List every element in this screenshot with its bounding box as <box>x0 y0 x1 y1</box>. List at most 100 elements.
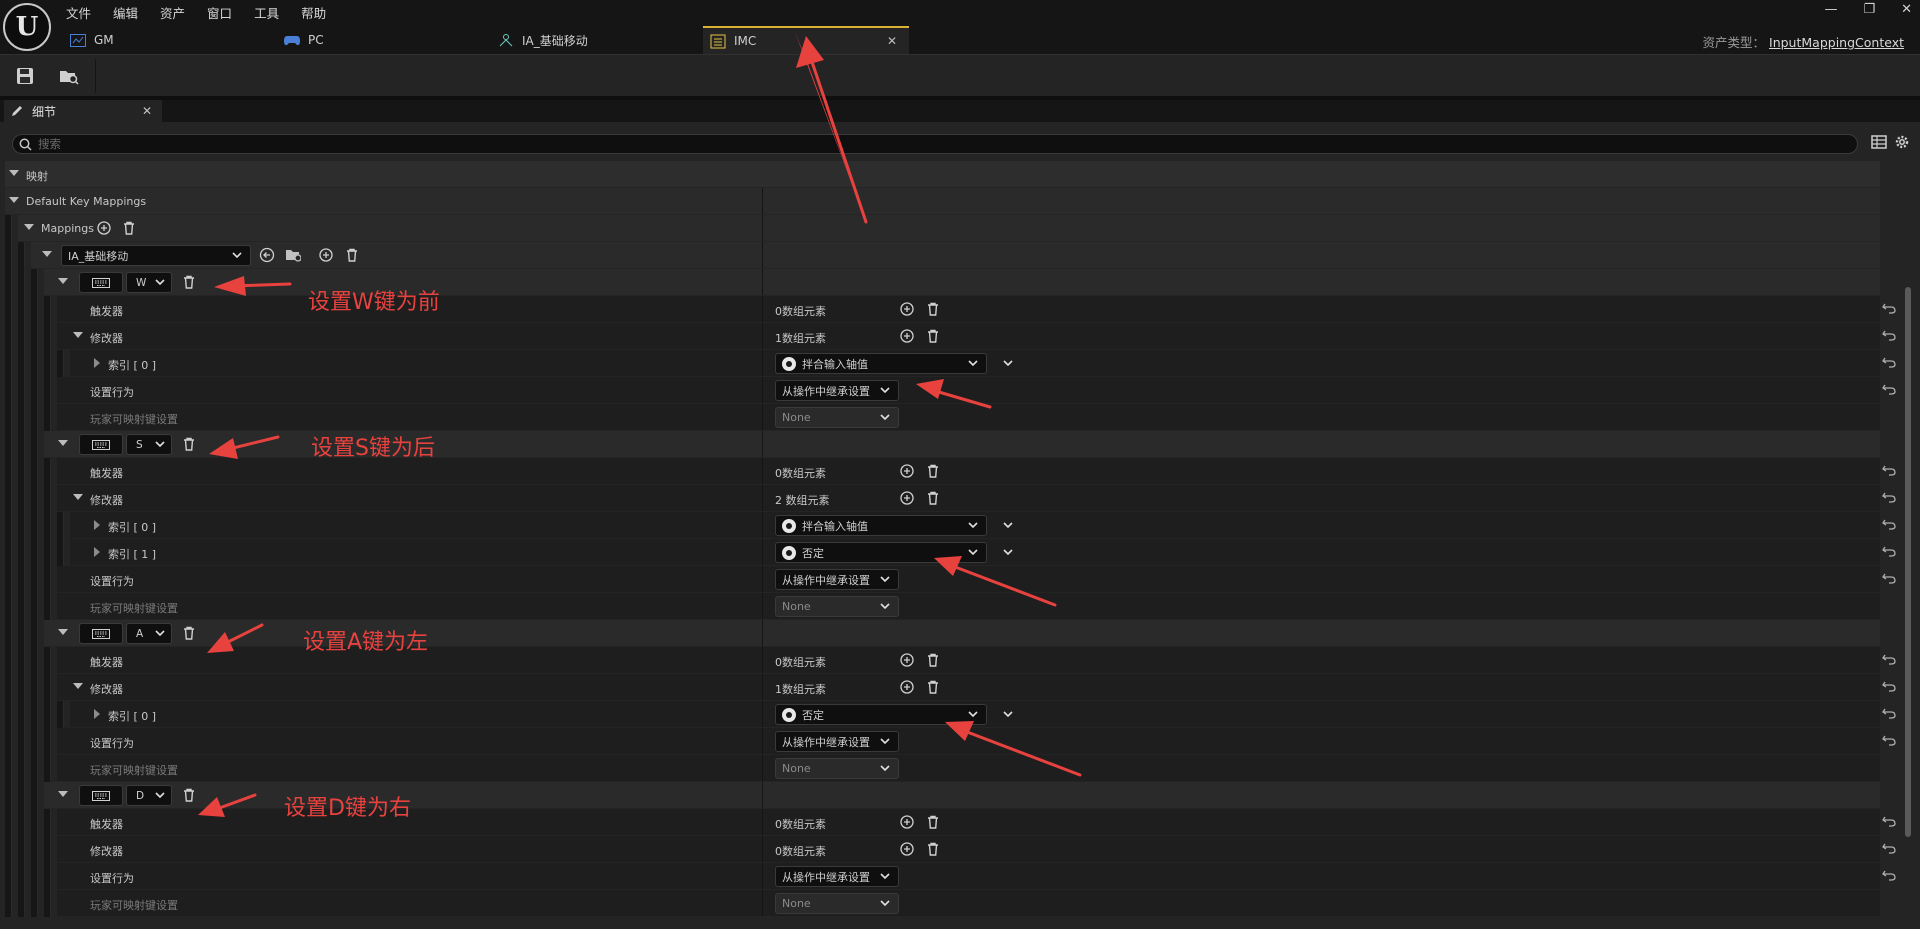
behavior-select[interactable]: 从操作中继承设置 <box>775 866 899 887</box>
input-action-select[interactable]: IA_基础移动 <box>61 245 251 266</box>
key-select[interactable]: S <box>126 434 172 455</box>
expand-arrow-icon[interactable] <box>9 170 19 176</box>
keyboard-key-selector-button[interactable] <box>79 623 123 644</box>
row-modifiers[interactable]: 修改器 1数组元素 <box>0 674 1896 701</box>
save-button[interactable] <box>14 65 36 87</box>
keyboard-key-selector-button[interactable] <box>79 434 123 455</box>
column-splitter[interactable] <box>762 377 763 403</box>
add-element-icon[interactable] <box>318 247 334 263</box>
gear-icon[interactable] <box>1894 134 1910 153</box>
scrollbar[interactable] <box>1905 287 1911 837</box>
behavior-select[interactable]: 从操作中继承设置 <box>775 569 899 590</box>
chevron-down-icon[interactable] <box>1000 706 1016 722</box>
row-triggers[interactable]: 触发器 0数组元素 <box>0 647 1896 674</box>
menu-help[interactable]: 帮助 <box>301 2 326 23</box>
delete-icon[interactable] <box>925 490 941 506</box>
expand-arrow-icon[interactable] <box>73 332 83 338</box>
column-splitter[interactable] <box>762 323 763 349</box>
expand-arrow-icon[interactable] <box>9 197 19 203</box>
row-modifiers[interactable]: 修改器 0数组元素 <box>0 836 1896 863</box>
tab-imc[interactable]: IMC ✕ <box>703 26 909 54</box>
reset-to-default-icon[interactable] <box>1882 329 1896 344</box>
column-splitter[interactable] <box>762 296 763 322</box>
delete-icon[interactable] <box>344 247 360 263</box>
reset-to-default-icon[interactable] <box>1882 356 1896 371</box>
column-splitter[interactable] <box>762 782 763 808</box>
reset-to-default-icon[interactable] <box>1882 383 1896 398</box>
key-mapping-s[interactable]: S <box>0 431 1880 458</box>
expand-arrow-icon[interactable] <box>73 683 83 689</box>
column-splitter[interactable] <box>762 701 763 727</box>
chevron-down-icon[interactable] <box>1000 355 1016 371</box>
browse-asset-icon[interactable] <box>285 247 301 263</box>
column-splitter[interactable] <box>762 620 763 646</box>
group-default-key-mappings[interactable]: Default Key Mappings <box>0 188 1880 215</box>
add-element-icon[interactable] <box>899 490 915 506</box>
delete-icon[interactable] <box>181 274 197 290</box>
browse-to-asset-button[interactable] <box>58 65 80 87</box>
add-element-icon[interactable] <box>899 841 915 857</box>
add-element-icon[interactable] <box>899 301 915 317</box>
key-select[interactable]: D <box>126 785 172 806</box>
expand-arrow-icon[interactable] <box>58 278 68 284</box>
menu-window[interactable]: 窗口 <box>207 2 232 23</box>
modifier-select[interactable]: 否定 <box>775 542 987 563</box>
behavior-select[interactable]: 从操作中继承设置 <box>775 731 899 752</box>
collapsed-arrow-icon[interactable] <box>94 547 100 557</box>
tab-pc[interactable]: PC <box>284 26 489 54</box>
reset-to-default-icon[interactable] <box>1882 491 1896 506</box>
player-mappable-select[interactable]: None <box>775 758 899 779</box>
expand-arrow-icon[interactable] <box>73 494 83 500</box>
column-splitter[interactable] <box>762 431 763 457</box>
group-mappings[interactable]: Mappings <box>0 215 1880 242</box>
column-splitter[interactable] <box>762 215 763 241</box>
tab-details[interactable]: 细节 ✕ <box>4 100 162 122</box>
key-mapping-d[interactable]: D <box>0 782 1880 809</box>
tab-ia-basic-move[interactable]: IA_基础移动 <box>498 26 703 54</box>
key-select[interactable]: A <box>126 623 172 644</box>
reset-to-default-icon[interactable] <box>1882 464 1896 479</box>
row-setting-behavior[interactable]: 设置行为 从操作中继承设置 <box>0 728 1896 755</box>
key-mapping-a[interactable]: A <box>0 620 1880 647</box>
behavior-select[interactable]: 从操作中继承设置 <box>775 380 899 401</box>
keyboard-key-selector-button[interactable] <box>79 272 123 293</box>
row-modifier-index[interactable]: 索引 [ 0 ] 拌合输入轴值 <box>0 512 1896 539</box>
column-splitter[interactable] <box>762 566 763 592</box>
row-setting-behavior[interactable]: 设置行为 从操作中继承设置 <box>0 566 1896 593</box>
unreal-logo-icon[interactable]: U <box>3 3 51 51</box>
use-selected-icon[interactable] <box>259 247 275 263</box>
tab-gm[interactable]: GM <box>70 26 275 54</box>
close-icon[interactable]: ✕ <box>142 104 152 118</box>
reset-to-default-icon[interactable] <box>1882 842 1896 857</box>
row-player-mappable-key-settings[interactable]: 玩家可映射键设置 None <box>0 890 1880 917</box>
delete-icon[interactable] <box>181 625 197 641</box>
delete-icon[interactable] <box>121 220 137 236</box>
row-player-mappable-key-settings[interactable]: 玩家可映射键设置 None <box>0 593 1880 620</box>
column-splitter[interactable] <box>762 674 763 700</box>
column-splitter[interactable] <box>762 404 763 430</box>
delete-icon[interactable] <box>181 436 197 452</box>
row-modifiers[interactable]: 修改器 2 数组元素 <box>0 485 1896 512</box>
modifier-select[interactable]: 否定 <box>775 704 987 725</box>
keyboard-key-selector-button[interactable] <box>79 785 123 806</box>
menu-asset[interactable]: 资产 <box>160 2 185 23</box>
reset-to-default-icon[interactable] <box>1882 815 1896 830</box>
column-splitter[interactable] <box>762 188 763 214</box>
player-mappable-select[interactable]: None <box>775 407 899 428</box>
reset-to-default-icon[interactable] <box>1882 518 1896 533</box>
delete-icon[interactable] <box>925 652 941 668</box>
delete-icon[interactable] <box>925 679 941 695</box>
column-splitter[interactable] <box>762 863 763 889</box>
reset-to-default-icon[interactable] <box>1882 653 1896 668</box>
row-player-mappable-key-settings[interactable]: 玩家可映射键设置 None <box>0 755 1880 782</box>
row-player-mappable-key-settings[interactable]: 玩家可映射键设置 None <box>0 404 1880 431</box>
collapsed-arrow-icon[interactable] <box>94 520 100 530</box>
column-splitter[interactable] <box>762 647 763 673</box>
add-element-icon[interactable] <box>899 463 915 479</box>
column-splitter[interactable] <box>762 755 763 781</box>
reset-to-default-icon[interactable] <box>1882 302 1896 317</box>
column-splitter[interactable] <box>762 809 763 835</box>
menu-tools[interactable]: 工具 <box>254 2 279 23</box>
asset-type-link[interactable]: InputMappingContext <box>1769 35 1904 50</box>
table-view-icon[interactable] <box>1871 134 1887 153</box>
